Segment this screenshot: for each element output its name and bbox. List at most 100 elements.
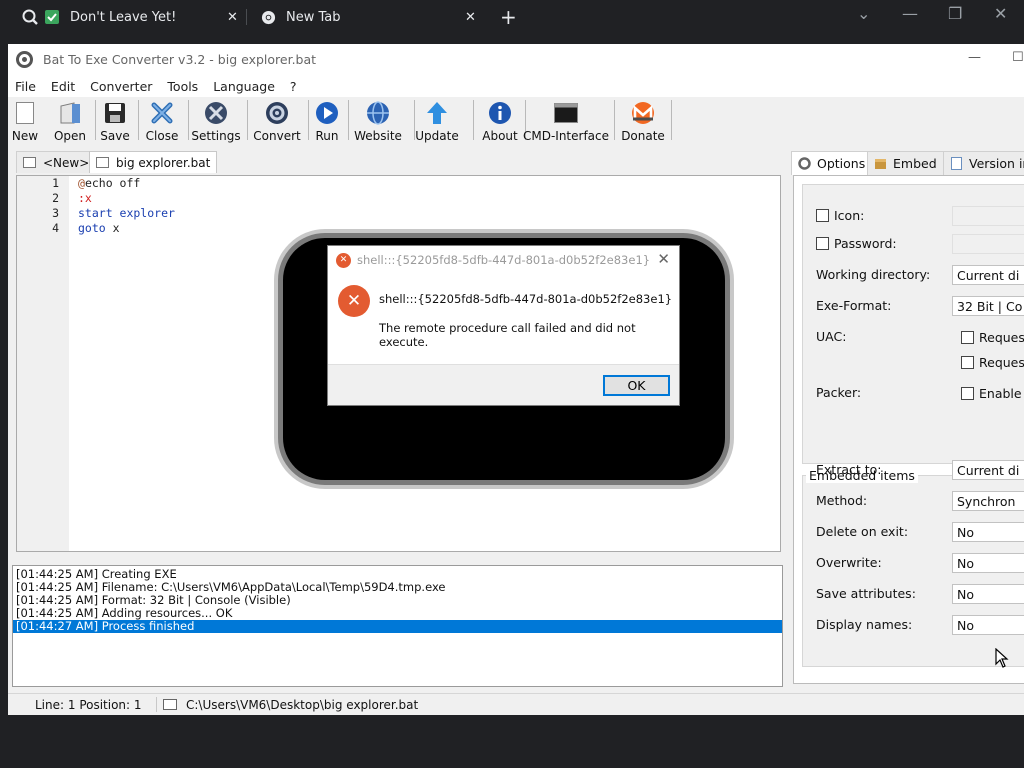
browser-tab-dont-leave[interactable]: Don't Leave Yet! [22,0,176,34]
minimize-icon[interactable]: — [902,4,918,23]
code-line: goto x [78,221,175,236]
packer-option[interactable]: Enable U [961,386,1024,401]
new-button[interactable]: New [11,97,39,143]
close-button[interactable]: Close [145,97,179,143]
save-attributes-label: Save attributes: [816,586,916,601]
toolbar-separator [95,100,96,140]
output-log[interactable]: [01:44:25 AM] Creating EXE [01:44:25 AM]… [12,565,783,687]
new-label: New [11,129,39,143]
window-title: Bat To Exe Converter v3.2 - big explorer… [43,52,317,67]
site-favicon-icon [22,9,38,25]
uac-option-2[interactable]: Request [961,355,1024,370]
options-tabs: Options Embed Version in [791,151,1024,175]
cmd-interface-button[interactable]: CMD-Interface [523,97,609,143]
uac-option-1[interactable]: Request [961,330,1024,345]
uac-option-label: Request [979,330,1024,345]
terminal-icon [553,100,579,126]
error-icon: ✕ [338,285,370,317]
file-icon [96,157,109,168]
working-directory-select[interactable]: Current di [952,265,1024,285]
tab-options[interactable]: Options [791,151,873,175]
browser-tab-title: Don't Leave Yet! [70,9,177,25]
line-number: 1 [52,176,59,190]
play-icon [314,100,340,126]
run-button[interactable]: Run [314,97,340,143]
tab-embed[interactable]: Embed [867,151,944,175]
toolbar-separator [247,100,248,140]
uac-checkbox[interactable] [961,331,974,344]
restore-icon[interactable]: ❐ [948,4,962,23]
open-file-icon [57,100,83,126]
update-button[interactable]: Update [415,97,459,143]
save-attributes-select[interactable]: No [952,584,1024,604]
tab-close-icon[interactable]: ✕ [227,0,238,34]
extract-to-select[interactable]: Current di [952,460,1024,480]
open-button[interactable]: Open [54,97,86,143]
uac-option-label: Request [979,355,1024,370]
uac-checkbox[interactable] [961,356,974,369]
tab-version-info[interactable]: Version in [943,151,1024,175]
editor-tabs: <New> big explorer.bat [8,151,788,173]
icon-label: Icon: [834,208,865,223]
about-button[interactable]: About [482,97,518,143]
toolbar-separator [614,100,615,140]
dialog-close-icon[interactable]: ✕ [657,250,670,268]
convert-button[interactable]: Convert [253,97,301,143]
check-icon [44,9,60,25]
log-line-selected[interactable]: [01:44:27 AM] Process finished [13,620,782,633]
password-checkbox[interactable] [816,237,829,250]
packer-label: Packer: [816,385,862,400]
maximize-icon[interactable]: ☐ [1012,50,1024,65]
password-option[interactable]: Password: [816,236,897,251]
save-button[interactable]: Save [100,97,130,143]
close-icon[interactable]: ✕ [994,4,1007,23]
save-label: Save [100,129,130,143]
settings-label: Settings [191,129,241,143]
website-label: Website [354,129,402,143]
minimize-icon[interactable]: — [968,50,981,65]
code-line: :x [78,191,92,205]
status-divider [156,697,157,712]
method-label: Method: [816,493,868,508]
run-label: Run [315,129,339,143]
delete-on-exit-select[interactable]: No [952,522,1024,542]
chevron-down-icon[interactable]: ⌄ [857,4,870,23]
settings-button[interactable]: Settings [191,97,241,143]
dialog-titlebar: ✕ shell:::{52205fd8-5dfb-447d-801a-d0b52… [328,246,679,274]
menu-converter[interactable]: Converter [90,79,152,94]
editor-tab-new[interactable]: <New> [16,151,97,173]
icon-checkbox[interactable] [816,209,829,222]
tab-divider [246,9,247,25]
toolbar: New Open Save Close Settings Convert Run… [8,97,1024,143]
ok-button[interactable]: OK [603,375,670,396]
donate-button[interactable]: Donate [621,97,665,143]
browser-tab-new-tab[interactable]: New Tab [260,0,341,34]
floppy-disk-icon [102,100,128,126]
website-button[interactable]: Website [354,97,402,143]
packer-option-label: Enable U [979,386,1024,401]
dialog-message: The remote procedure call failed and did… [379,321,636,349]
packer-checkbox[interactable] [961,387,974,400]
new-tab-button[interactable]: + [500,0,517,34]
icon-option[interactable]: Icon: [816,208,864,223]
toolbar-separator [473,100,474,140]
tab-label: Options [817,156,866,171]
overwrite-select[interactable]: No [952,553,1024,573]
menu-help[interactable]: ? [290,79,297,94]
display-names-select[interactable]: No [952,615,1024,635]
close-x-icon [149,100,175,126]
tab-close-icon[interactable]: ✕ [465,0,476,34]
exe-format-select[interactable]: 32 Bit | Co [952,296,1024,316]
menu-tools[interactable]: Tools [167,79,198,94]
package-icon [874,157,887,170]
editor-tab-big-explorer[interactable]: big explorer.bat [89,151,218,173]
info-icon [487,100,513,126]
uac-label: UAC: [816,329,847,344]
document-icon [950,157,963,170]
menu-edit[interactable]: Edit [51,79,75,94]
menu-file[interactable]: File [15,79,36,94]
method-select[interactable]: Synchron [952,491,1024,511]
toolbar-separator [348,100,349,140]
code-lines: @echo off :x start explorer goto x [78,176,175,236]
menu-language[interactable]: Language [213,79,275,94]
